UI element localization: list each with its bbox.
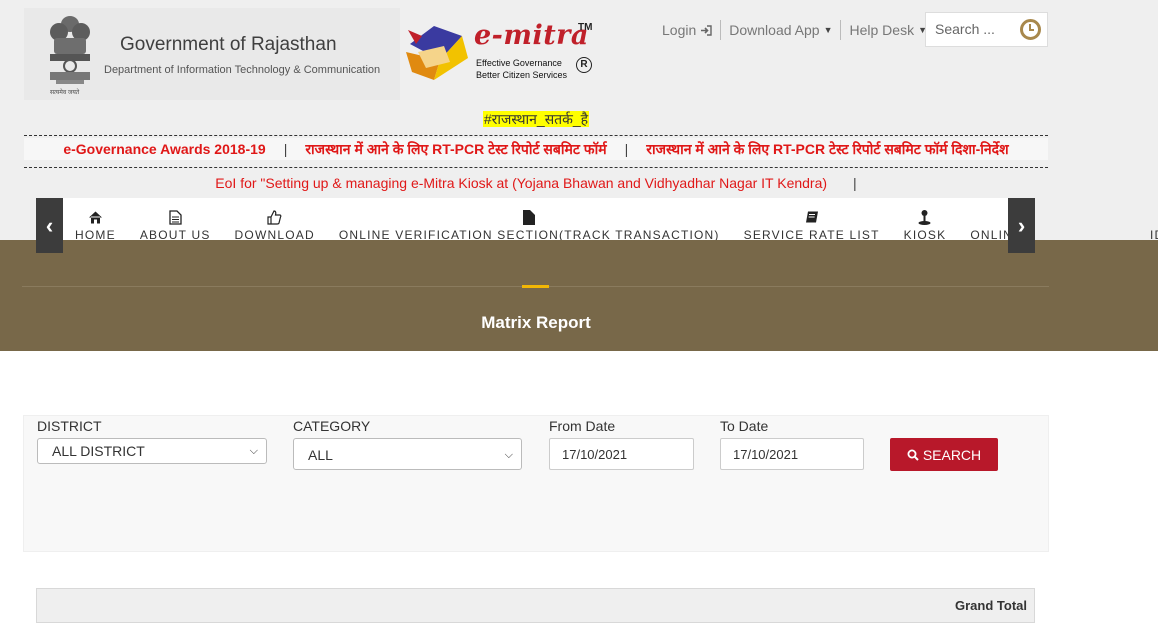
login-link[interactable]: Login bbox=[662, 22, 712, 38]
ticker-link[interactable]: e-Governance Awards 2018-19 bbox=[63, 141, 265, 157]
department-subtitle: Department of Information Technology & C… bbox=[104, 64, 381, 76]
divider bbox=[720, 20, 722, 40]
government-logo-block[interactable]: सत्यमेव जयते Government of Rajasthan Dep… bbox=[24, 8, 400, 100]
filter-panel: DISTRICT ALL DISTRICT ⌵ CATEGORY ALL ⌵ F… bbox=[23, 415, 1049, 552]
hashtag-banner: #राजस्थान_सतर्क_है bbox=[24, 110, 1048, 129]
sign-in-icon bbox=[701, 24, 712, 36]
to-date-filter: To Date 17/10/2021 bbox=[720, 416, 864, 470]
search-icon bbox=[907, 449, 919, 461]
caret-down-icon: ▼ bbox=[823, 25, 833, 35]
help-desk-dropdown[interactable]: Help Desk ▼ bbox=[849, 22, 927, 38]
district-select[interactable]: ALL DISTRICT ⌵ bbox=[37, 438, 267, 464]
chevron-down-icon: ⌵ bbox=[504, 449, 513, 461]
page-banner: Matrix Report bbox=[0, 240, 1158, 351]
file-icon bbox=[523, 210, 536, 225]
category-label: CATEGORY bbox=[293, 418, 371, 434]
from-date-label: From Date bbox=[549, 418, 616, 434]
ticker-separator: | bbox=[853, 175, 857, 191]
search-input[interactable] bbox=[935, 21, 1015, 37]
chevron-left-icon: ‹ bbox=[45, 213, 54, 238]
registered-mark: R bbox=[576, 57, 592, 73]
ticker-row-2: EoI for "Setting up & managing e-Mitra K… bbox=[24, 175, 1048, 191]
news-ticker: #राजस्थान_सतर्क_है e-Governance Awards 2… bbox=[24, 102, 1048, 197]
dashed-divider bbox=[24, 167, 1048, 168]
from-date-filter: From Date 17/10/2021 bbox=[549, 416, 694, 470]
page-title: Matrix Report bbox=[481, 313, 591, 332]
book-icon bbox=[805, 211, 818, 223]
divider bbox=[840, 20, 842, 40]
login-label: Login bbox=[662, 22, 697, 38]
top-links: Login Download App ▼ Help Desk ▼ bbox=[662, 20, 927, 40]
report-table-header: Grand Total bbox=[36, 588, 1035, 623]
nav-prev-button[interactable]: ‹ bbox=[36, 198, 63, 253]
home-icon bbox=[88, 211, 102, 224]
search-button-label: SEARCH bbox=[922, 446, 982, 463]
trademark-mark: TM bbox=[578, 22, 593, 33]
chevron-right-icon: › bbox=[1017, 213, 1026, 238]
ticker-link[interactable]: राजस्थान में आने के लिए RT-PCR टेस्ट रिप… bbox=[305, 140, 606, 159]
dashed-divider bbox=[24, 135, 1048, 136]
category-filter: CATEGORY ALL ⌵ bbox=[293, 416, 522, 470]
district-selected-value: ALL DISTRICT bbox=[52, 443, 145, 459]
download-app-dropdown[interactable]: Download App ▼ bbox=[729, 22, 832, 38]
government-title: Government of Rajasthan bbox=[120, 34, 337, 55]
site-search bbox=[925, 12, 1048, 47]
category-select[interactable]: ALL ⌵ bbox=[293, 438, 522, 470]
document-icon bbox=[169, 210, 182, 225]
nav-next-button[interactable]: › bbox=[1008, 198, 1035, 253]
chevron-down-icon: ⌵ bbox=[249, 445, 258, 457]
ticker-link[interactable]: राजस्थान में आने के लिए RT-PCR टेस्ट रिप… bbox=[646, 140, 1008, 159]
hashtag-text[interactable]: #राजस्थान_सतर्क_है bbox=[482, 111, 590, 127]
ticker-separator: | bbox=[624, 141, 629, 157]
ticker-separator: | bbox=[283, 141, 288, 157]
ticker-row-1: e-Governance Awards 2018-19 | राजस्थान म… bbox=[24, 138, 1048, 160]
emitra-tagline-1: Effective Governance bbox=[476, 58, 562, 68]
map-marker-icon bbox=[918, 210, 931, 225]
emitra-emblem-icon bbox=[406, 26, 468, 80]
download-app-label: Download App bbox=[729, 22, 820, 38]
search-button[interactable]: SEARCH bbox=[890, 438, 998, 471]
emblem-motto: सत्यमेव जयते bbox=[50, 90, 80, 96]
emitra-tagline-2: Better Citizen Services bbox=[476, 70, 568, 80]
banner-accent-bar bbox=[522, 285, 549, 288]
emitra-wordmark: e-mitra bbox=[474, 20, 589, 51]
to-date-input[interactable]: 17/10/2021 bbox=[720, 438, 864, 470]
grand-total-header: Grand Total bbox=[955, 598, 1027, 613]
help-desk-label: Help Desk bbox=[849, 22, 915, 38]
district-filter: DISTRICT ALL DISTRICT ⌵ bbox=[37, 416, 267, 464]
emitra-logo[interactable]: e-mitra TM Effective Governance Better C… bbox=[404, 18, 604, 88]
category-selected-value: ALL bbox=[308, 447, 333, 463]
thumbs-up-icon bbox=[267, 210, 282, 225]
clock-icon[interactable] bbox=[1020, 19, 1041, 40]
to-date-label: To Date bbox=[720, 418, 769, 434]
ticker-link[interactable]: EoI for "Setting up & managing e-Mitra K… bbox=[215, 175, 827, 191]
from-date-input[interactable]: 17/10/2021 bbox=[549, 438, 694, 470]
national-emblem-icon bbox=[50, 16, 90, 84]
district-label: DISTRICT bbox=[37, 418, 102, 434]
